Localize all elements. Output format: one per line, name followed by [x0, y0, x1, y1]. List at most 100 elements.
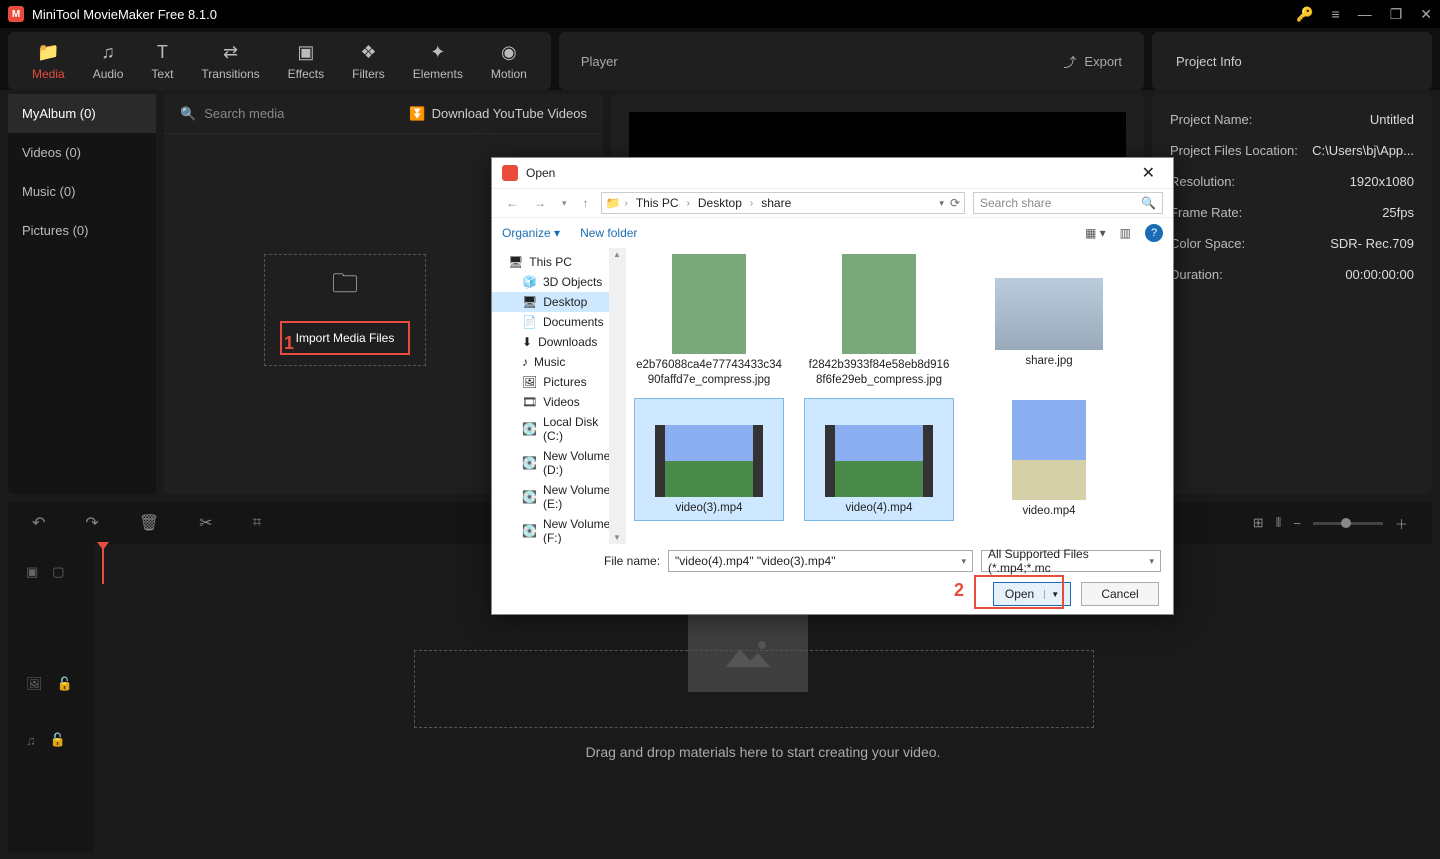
- file-list[interactable]: e2b76088ca4e77743433c3490faffd7e_compres…: [626, 248, 1173, 544]
- tree-node[interactable]: 📄Documents: [492, 312, 625, 332]
- help-icon[interactable]: ?: [1145, 224, 1163, 242]
- file-item[interactable]: e2b76088ca4e77743433c3490faffd7e_compres…: [634, 252, 784, 390]
- cut-button[interactable]: ✂: [199, 513, 212, 533]
- tab-media[interactable]: 📁Media: [18, 38, 79, 85]
- tab-elements[interactable]: ✦Elements: [399, 38, 477, 85]
- search-media-input[interactable]: 🔍 Search media: [180, 106, 393, 122]
- tree-node[interactable]: 💽New Volume (E:): [492, 480, 625, 514]
- zoom-in-button[interactable]: ＋: [1395, 514, 1408, 533]
- project-info-panel: Project Name:UntitledProject Files Locat…: [1152, 94, 1432, 494]
- project-info-row: Project Files Location:C:\Users\bj\App..…: [1170, 143, 1414, 158]
- import-media-button[interactable]: 🗀 Import Media Files: [264, 254, 426, 366]
- timeline-tracks-header: ▣▢ 🖼🔓 ♫🔓: [8, 544, 94, 852]
- tree-node[interactable]: 🧊3D Objects: [492, 272, 625, 292]
- sidebar-item[interactable]: Videos (0): [8, 133, 156, 172]
- file-item[interactable]: share.jpg: [974, 252, 1124, 390]
- zoom-slider[interactable]: [1313, 522, 1383, 525]
- sidebar-item[interactable]: Music (0): [8, 172, 156, 211]
- file-item[interactable]: video.mp4: [974, 398, 1124, 521]
- tree-node[interactable]: 🖥This PC: [492, 252, 625, 272]
- file-item[interactable]: f2842b3933f84e58eb8d9168f6fe29eb_compres…: [804, 252, 954, 390]
- view-mode-button[interactable]: ▦ ▾: [1085, 226, 1106, 240]
- tab-effects[interactable]: ▣Effects: [274, 38, 338, 85]
- delete-button[interactable]: 🗑: [139, 513, 159, 533]
- dialog-title: Open: [526, 166, 1134, 180]
- zoom-snap-icon[interactable]: ⦀: [1276, 515, 1282, 531]
- filename-input[interactable]: "video(4).mp4" "video(3).mp4" ▾: [668, 550, 973, 572]
- file-thumbnail: [655, 425, 763, 497]
- nav-back-button[interactable]: ←: [502, 194, 522, 212]
- close-button[interactable]: ✕: [1420, 6, 1432, 23]
- playhead[interactable]: [102, 544, 104, 584]
- file-thumbnail: [672, 254, 746, 354]
- crop-button[interactable]: ⌗: [253, 514, 262, 532]
- file-item[interactable]: video(4).mp4: [804, 398, 954, 521]
- filetype-value: All Supported Files (*.mp4;*.mc: [988, 547, 1149, 575]
- chevron-down-icon[interactable]: ▾: [939, 198, 944, 209]
- cancel-button[interactable]: Cancel: [1081, 582, 1159, 606]
- tab-transitions[interactable]: ⇄Transitions: [187, 38, 273, 85]
- info-key: Resolution:: [1170, 174, 1235, 189]
- tab-text[interactable]: TText: [137, 38, 187, 85]
- timeline-drop-zone[interactable]: [414, 650, 1094, 728]
- breadcrumb-segment[interactable]: Desktop: [694, 196, 746, 210]
- download-youtube-button[interactable]: ⏬ Download YouTube Videos: [409, 106, 587, 122]
- overlay-icon[interactable]: ▣: [26, 564, 38, 580]
- tree-node[interactable]: 🎞Videos: [492, 392, 625, 412]
- tree-node[interactable]: 🖥Desktop: [492, 292, 625, 312]
- tree-node-icon: ⬇: [522, 335, 532, 349]
- track-row-image: 🖼🔓: [8, 656, 94, 712]
- dialog-titlebar: Open ✕: [492, 158, 1173, 188]
- nav-recent-button[interactable]: ▾: [558, 196, 571, 211]
- app-title: MiniTool MovieMaker Free 8.1.0: [32, 7, 1296, 22]
- tree-scrollbar[interactable]: [609, 248, 625, 544]
- tab-filters[interactable]: ❖Filters: [338, 38, 399, 85]
- preview-pane-button[interactable]: ▥: [1120, 226, 1131, 240]
- minimize-button[interactable]: —: [1358, 6, 1372, 22]
- info-key: Duration:: [1170, 267, 1223, 282]
- chevron-down-icon[interactable]: ▾: [961, 556, 966, 567]
- media-sidebar: MyAlbum (0)Videos (0)Music (0)Pictures (…: [8, 94, 156, 494]
- undo-button[interactable]: ↶: [32, 513, 45, 533]
- redo-button[interactable]: ↷: [85, 513, 98, 533]
- organize-button[interactable]: Organize ▾: [502, 226, 560, 240]
- tree-node[interactable]: 🖼Pictures: [492, 372, 625, 392]
- tab-audio[interactable]: ♫Audio: [79, 38, 138, 85]
- new-folder-button[interactable]: New folder: [580, 226, 637, 240]
- refresh-icon[interactable]: ⟳: [950, 196, 960, 210]
- overlay2-icon[interactable]: ▢: [52, 564, 64, 580]
- zoom-grid-icon[interactable]: ⊞: [1253, 515, 1264, 531]
- breadcrumb-segment[interactable]: share: [757, 196, 795, 210]
- breadcrumb-bar[interactable]: 📁 › This PC›Desktop›share▾⟳: [601, 192, 965, 214]
- sidebar-item[interactable]: Pictures (0): [8, 211, 156, 250]
- zoom-out-button[interactable]: −: [1293, 516, 1301, 531]
- tree-node[interactable]: 💽New Volume (D:): [492, 446, 625, 480]
- tab-motion[interactable]: ◉Motion: [477, 38, 541, 85]
- audio-track-icon[interactable]: ♫: [26, 733, 36, 748]
- lock-icon[interactable]: 🔓: [50, 732, 66, 748]
- tree-node[interactable]: ⬇Downloads: [492, 332, 625, 352]
- dialog-close-button[interactable]: ✕: [1134, 161, 1163, 185]
- export-label: Export: [1084, 54, 1122, 69]
- export-button[interactable]: ⤴ Export: [1063, 52, 1122, 71]
- lock-icon[interactable]: 🔓: [57, 676, 73, 692]
- sidebar-item[interactable]: MyAlbum (0): [8, 94, 156, 133]
- folder-tree[interactable]: 🖥This PC🧊3D Objects🖥Desktop📄Documents⬇Do…: [492, 248, 626, 544]
- maximize-button[interactable]: ❐: [1390, 6, 1403, 23]
- open-button[interactable]: Open ▼: [993, 582, 1071, 606]
- tree-node[interactable]: ♪Music: [492, 352, 625, 372]
- tree-node[interactable]: 💽New Volume (F:): [492, 514, 625, 544]
- file-item[interactable]: video(3).mp4: [634, 398, 784, 521]
- nav-forward-button[interactable]: →: [530, 194, 550, 212]
- tree-node[interactable]: 💽Local Disk (C:): [492, 412, 625, 446]
- breadcrumb-segment[interactable]: This PC: [632, 196, 683, 210]
- tree-node-icon: 🎞: [522, 395, 537, 409]
- export-icon: ⤴: [1063, 52, 1076, 71]
- filetype-select[interactable]: All Supported Files (*.mp4;*.mc ▾: [981, 550, 1161, 572]
- key-icon[interactable]: 🔑: [1296, 6, 1313, 23]
- image-track-icon[interactable]: 🖼: [26, 676, 43, 692]
- menu-icon[interactable]: ≡: [1332, 6, 1340, 22]
- dialog-search-input[interactable]: Search share 🔍: [973, 192, 1163, 214]
- project-info-row: Color Space:SDR- Rec.709: [1170, 236, 1414, 251]
- nav-up-button[interactable]: ↑: [579, 194, 593, 212]
